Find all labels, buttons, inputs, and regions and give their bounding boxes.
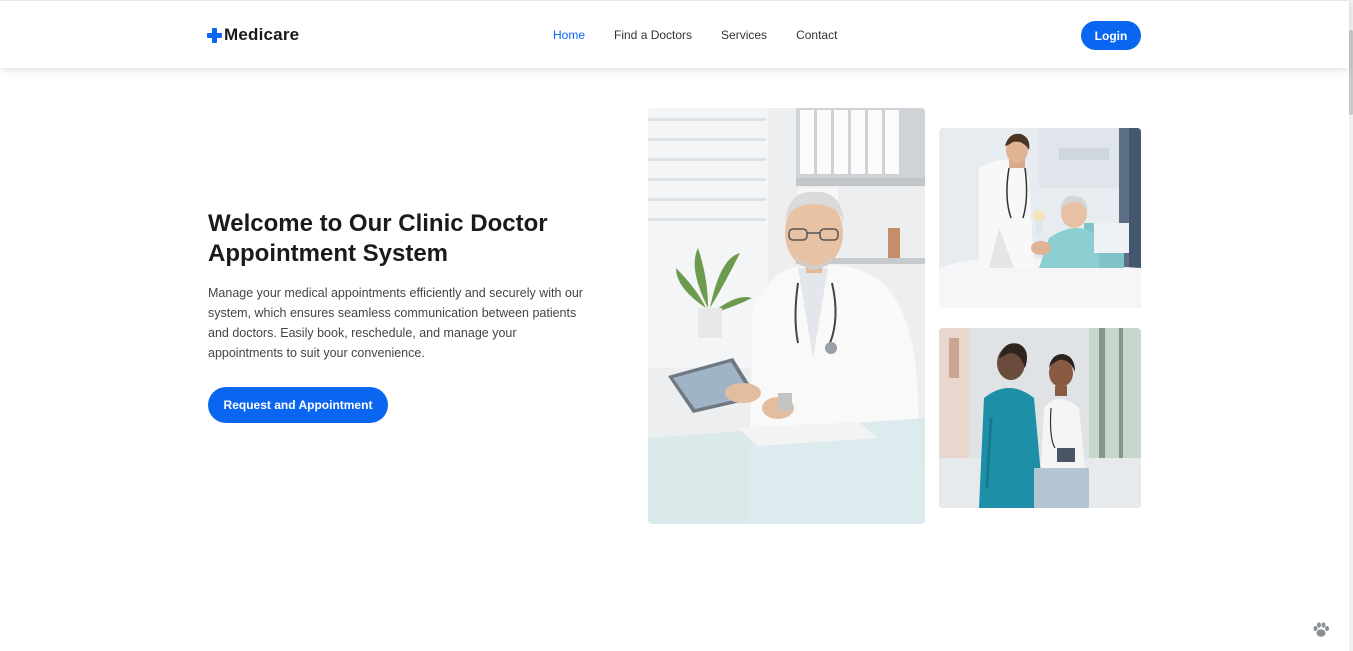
- hero-title: Welcome to Our Clinic Doctor Appointment…: [208, 209, 608, 269]
- nav-contact[interactable]: Contact: [796, 28, 837, 42]
- hero-description: Manage your medical appointments efficie…: [208, 286, 583, 360]
- nav-find-doctors[interactable]: Find a Doctors: [614, 28, 692, 42]
- scroll-thumb[interactable]: [1349, 30, 1353, 115]
- login-button[interactable]: Login: [1081, 21, 1141, 50]
- site-header: Medicare Home Find a Doctors Services Co…: [0, 0, 1349, 68]
- paw-icon[interactable]: [1311, 620, 1331, 640]
- doctor-consulting-patient-photo: [939, 328, 1141, 508]
- request-appointment-button[interactable]: Request and Appointment: [208, 387, 388, 423]
- brand-name: Medicare: [224, 25, 300, 44]
- nav-home[interactable]: Home: [553, 28, 585, 42]
- nav-services[interactable]: Services: [721, 28, 767, 42]
- nurse-with-elderly-patient-photo: [939, 128, 1141, 308]
- hero-title-line2: Appointment System: [208, 240, 449, 267]
- doctor-with-tablet-photo: [648, 108, 925, 524]
- hero-title-line1: Welcome to Our Clinic Doctor: [208, 210, 548, 237]
- brand-logo[interactable]: Medicare: [207, 25, 299, 45]
- medical-cross-icon: [207, 27, 222, 43]
- page-scrollbar[interactable]: [1349, 0, 1353, 651]
- main-nav: Home Find a Doctors Services Contact: [553, 28, 866, 42]
